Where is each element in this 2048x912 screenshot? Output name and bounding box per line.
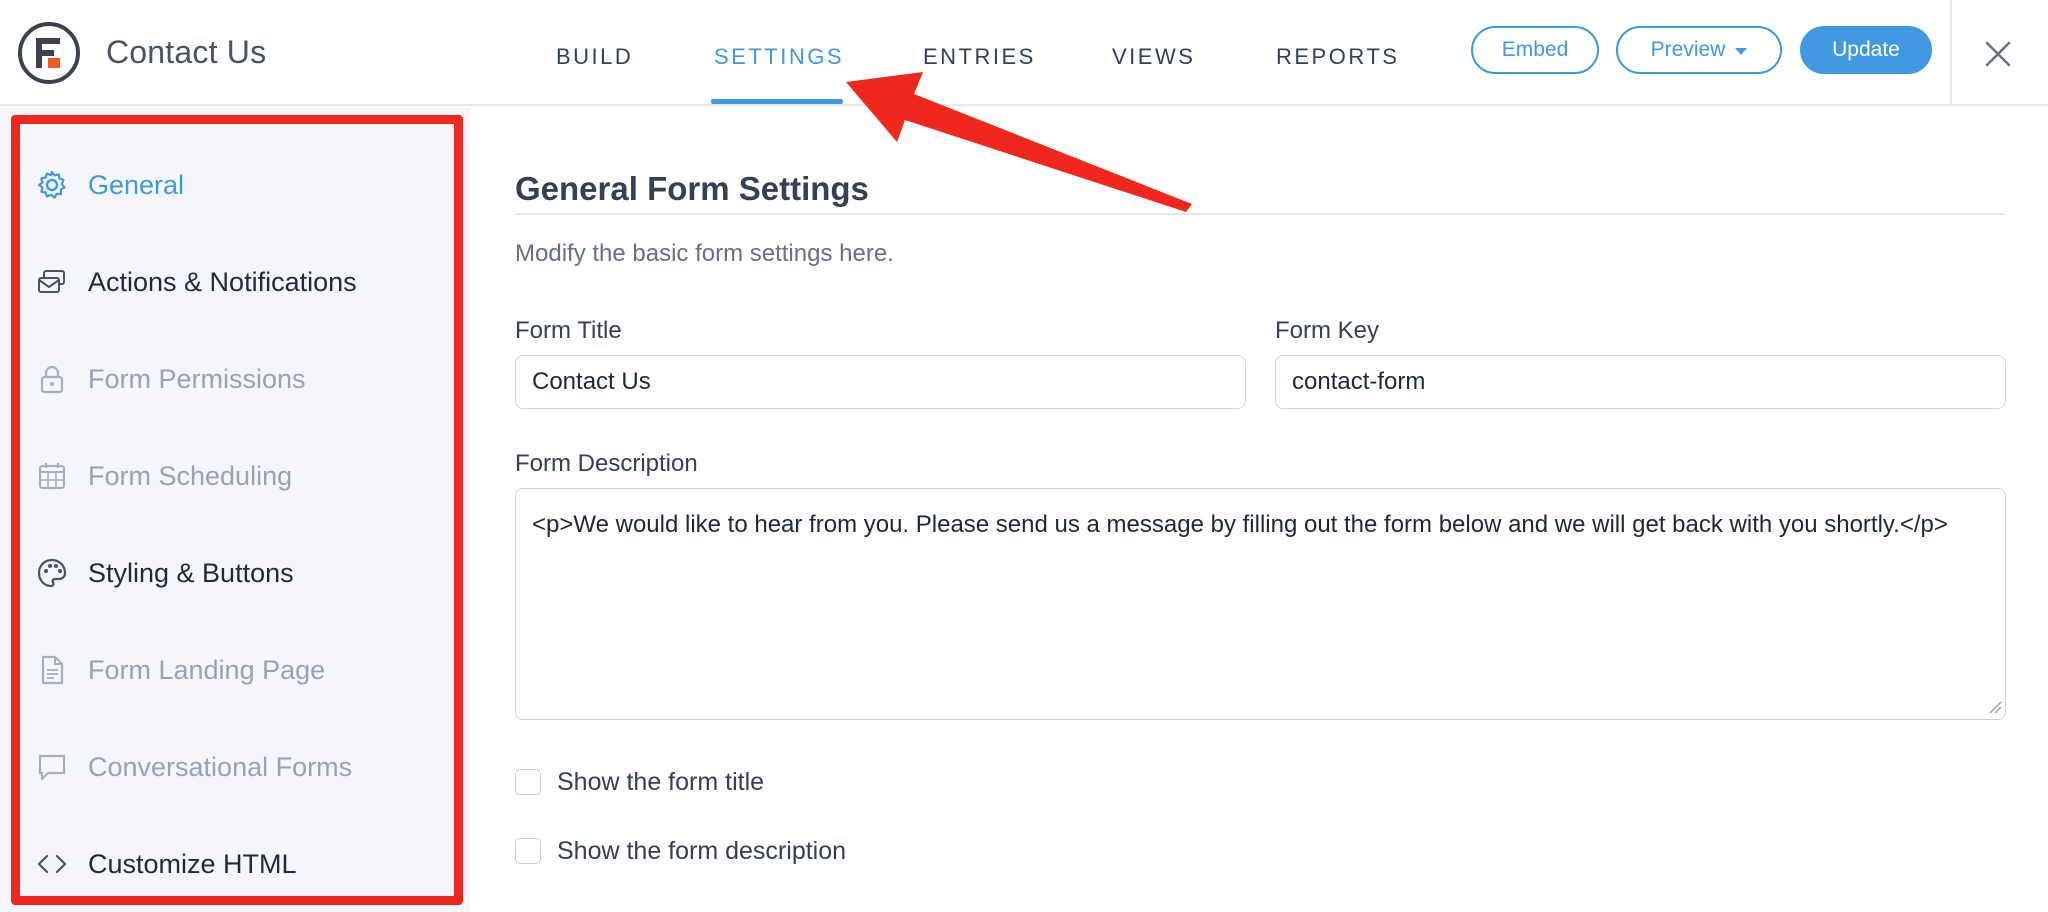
embed-button[interactable]: Embed [1471,26,1599,74]
tab-reports[interactable]: REPORTS [1276,44,1399,70]
sidebar-item-label: Form Landing Page [88,654,326,685]
title-divider [515,213,2005,215]
embed-button-label: Embed [1501,38,1569,61]
calendar-icon [34,458,70,494]
update-button-label: Update [1832,38,1900,61]
lock-icon [34,361,70,397]
show-form-description-checkbox[interactable] [515,838,541,864]
sidebar-item-label: Customize HTML [88,848,297,879]
sidebar-item-form-scheduling[interactable]: Form Scheduling [34,454,292,498]
tab-entries[interactable]: ENTRIES [923,44,1036,70]
sidebar-item-label: Form Scheduling [88,460,293,491]
tab-build[interactable]: BUILD [556,44,633,70]
gear-icon [34,167,70,203]
show-form-description-label: Show the form description [557,836,847,865]
sidebar-item-label: Form Permissions [88,363,306,394]
formidable-logo-icon[interactable] [18,22,80,84]
form-title-label: Form Title [515,317,622,344]
sidebar-item-form-landing-page[interactable]: Form Landing Page [34,648,325,692]
code-icon [34,846,70,882]
update-button[interactable]: Update [1800,26,1932,74]
form-title-input[interactable] [515,355,1246,409]
form-description-textarea[interactable] [515,488,2006,720]
form-key-input[interactable] [1275,355,2006,409]
sidebar-item-label: General [88,169,185,200]
resize-handle-icon[interactable] [1988,700,2002,714]
page-subtitle: Modify the basic form settings here. [515,240,894,267]
show-form-title-label: Show the form title [557,767,765,796]
tab-settings[interactable]: SETTINGS [714,44,844,70]
show-form-title-checkbox[interactable] [515,769,541,795]
sidebar-item-actions-notifications[interactable]: Actions & Notifications [34,260,357,304]
envelope-stack-icon [34,264,70,300]
palette-icon [34,555,70,591]
page-title: General Form Settings [515,170,869,207]
form-description-label: Form Description [515,450,698,477]
close-icon[interactable] [1978,34,2018,74]
sidebar-item-label: Conversational Forms [88,751,353,782]
preview-button[interactable]: Preview [1616,26,1782,74]
sidebar-item-label: Actions & Notifications [88,266,357,297]
top-header: Contact Us BUILD SETTINGS ENTRIES VIEWS … [0,0,2048,106]
preview-button-label: Preview [1650,38,1726,61]
sidebar-item-customize-html[interactable]: Customize HTML [34,842,297,886]
chevron-down-icon [1735,47,1748,55]
form-key-label: Form Key [1275,317,1380,344]
header-divider [1950,0,1952,106]
sidebar-item-form-permissions[interactable]: Form Permissions [34,357,306,401]
form-title-heading: Contact Us [106,34,267,70]
tab-views[interactable]: VIEWS [1112,44,1195,70]
show-form-title-option[interactable]: Show the form title [515,767,764,797]
sidebar-item-styling-buttons[interactable]: Styling & Buttons [34,551,294,595]
sidebar-item-label: Styling & Buttons [88,557,294,588]
sidebar-item-conversational-forms[interactable]: Conversational Forms [34,745,352,789]
chat-bubble-icon [34,749,70,785]
active-tab-indicator [711,99,843,104]
document-icon [34,652,70,688]
show-form-description-option[interactable]: Show the form description [515,836,846,866]
settings-sidebar [0,108,470,912]
sidebar-item-general[interactable]: General [34,163,184,207]
